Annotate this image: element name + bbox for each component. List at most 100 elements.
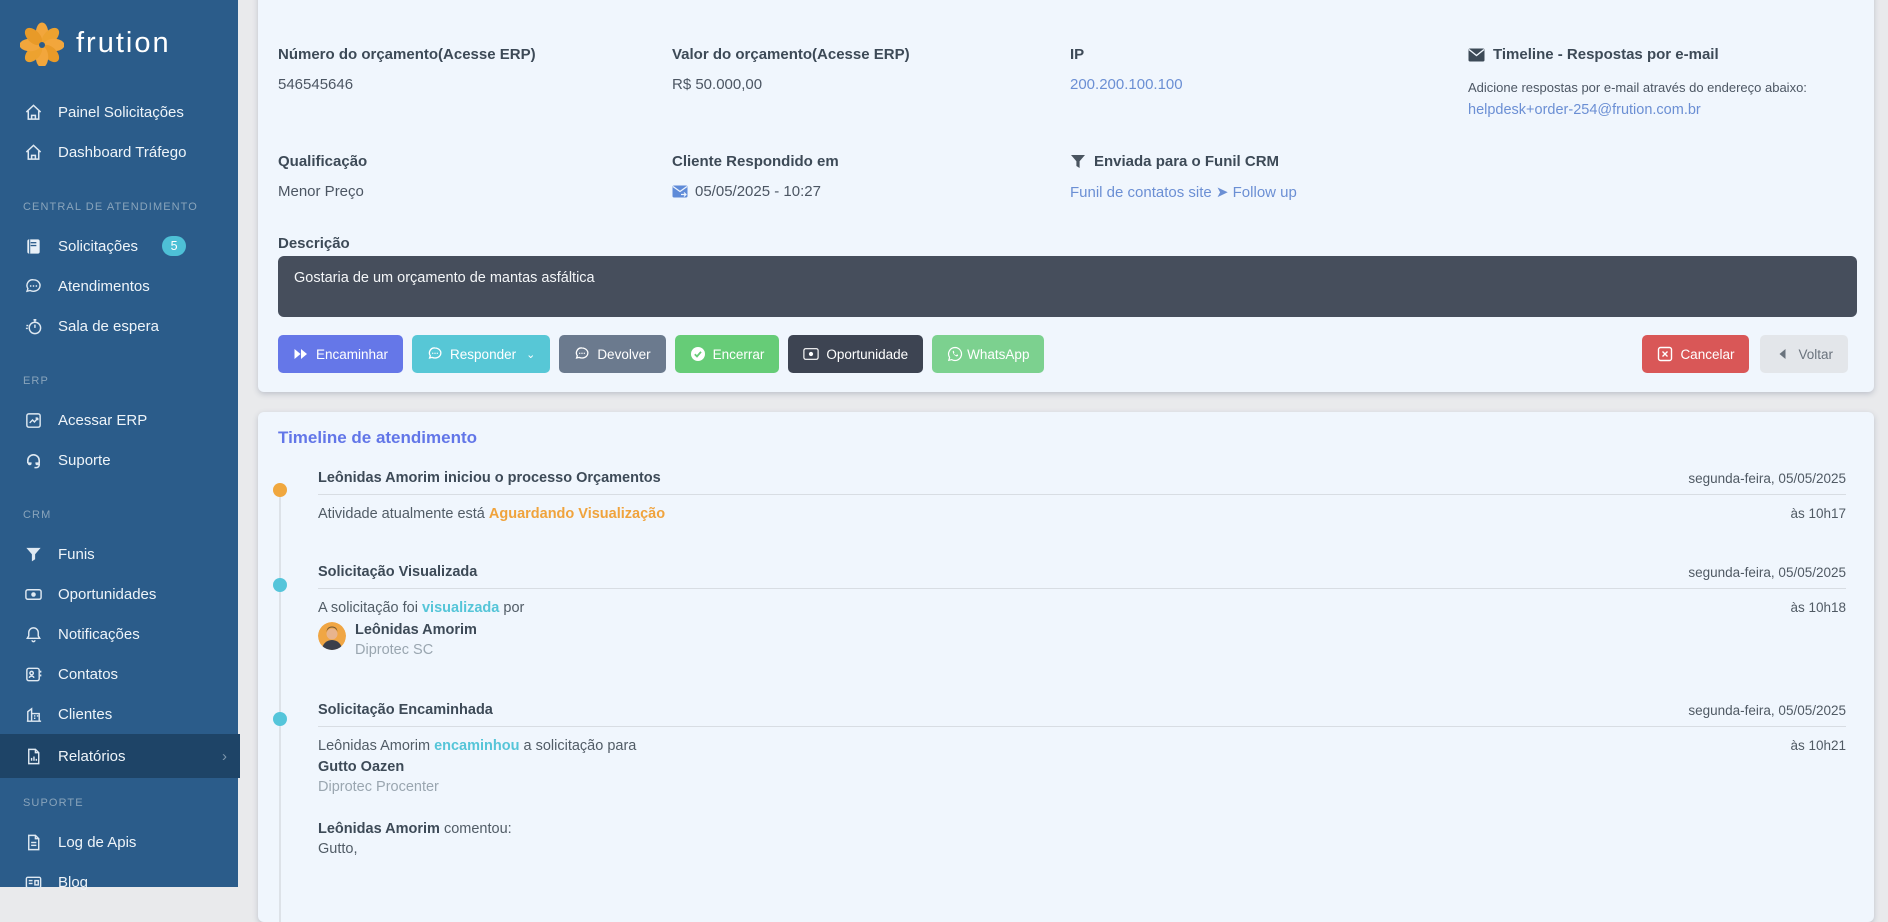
sidebar-item-solicitacoes[interactable]: Solicitações 5 (0, 226, 238, 266)
person-org: Diprotec SC (355, 642, 477, 658)
sidebar-item-acessar-erp[interactable]: Acessar ERP (0, 400, 238, 440)
sidebar-item-painel-solicitacoes[interactable]: Painel Solicitações (0, 92, 238, 132)
chevron-right-icon: › (222, 748, 227, 765)
timeline-entry-date: segunda-feira, 05/05/2025 (1688, 703, 1846, 718)
home-icon (24, 143, 43, 162)
sidebar-item-log-de-apis[interactable]: Log de Apis (0, 822, 238, 862)
description-textarea[interactable]: Gostaria de um orçamento de mantas asfál… (278, 256, 1857, 317)
building-icon (24, 705, 43, 724)
sidebar-item-relatorios[interactable]: Relatórios › (0, 734, 240, 778)
sidebar-item-suporte[interactable]: Suporte (0, 440, 238, 480)
timeline-title: Timeline de atendimento (278, 428, 477, 448)
sidebar-item-label: Contatos (58, 666, 118, 683)
whatsapp-button[interactable]: WhatsApp (932, 335, 1044, 373)
person-name: Gutto Oazen (318, 759, 1846, 775)
cliente-respondido-label: Cliente Respondido em (672, 153, 1064, 170)
sidebar-item-sala-de-espera[interactable]: Sala de espera (0, 306, 238, 346)
request-details-card: Pinheirinho 1B 50 81710-000 Instagram Nú… (258, 0, 1874, 392)
cancelar-button[interactable]: Cancelar (1642, 335, 1749, 373)
ip-link[interactable]: 200.200.100.100 (1070, 76, 1183, 93)
sidebar-item-label: Painel Solicitações (58, 104, 184, 121)
numero-orcamento-value: 546545646 (278, 76, 670, 93)
timeline-card: Timeline de atendimento Leônidas Amorim … (258, 412, 1874, 922)
timeline-entry-time: às 10h18 (1790, 600, 1846, 616)
numero-orcamento-label: Número do orçamento(Acesse ERP) (278, 46, 670, 63)
sidebar-item-label: Atendimentos (58, 278, 150, 295)
helpdesk-email-link[interactable]: helpdesk+order-254@frution.com.br (1468, 102, 1701, 118)
brand[interactable]: frution (0, 0, 238, 74)
sidebar-item-label: Clientes (58, 706, 112, 723)
encaminhar-button[interactable]: Encaminhar (278, 335, 403, 373)
timeline-entry-date: segunda-feira, 05/05/2025 (1688, 471, 1846, 486)
funnel-icon (24, 545, 43, 564)
sidebar-item-clientes[interactable]: Clientes (0, 694, 238, 734)
sidebar-item-label: Notificações (58, 626, 140, 643)
mail-reply-icon (672, 185, 688, 198)
sidebar-item-oportunidades[interactable]: Oportunidades (0, 574, 238, 614)
timeline-dot-cyan (273, 712, 287, 726)
timeline-entry-text: A solicitação foi visualizada por (318, 600, 524, 616)
cliente-respondido-value: 05/05/2025 - 10:27 (695, 183, 821, 200)
timeline-entry-title: Solicitação Visualizada (318, 564, 477, 580)
person-name: Leônidas Amorim (355, 622, 477, 638)
sidebar-item-label: Funis (58, 546, 95, 563)
timeline-entry-time: às 10h21 (1790, 738, 1846, 754)
envelope-icon (1468, 48, 1485, 62)
caret-left-icon (1775, 346, 1791, 362)
chevron-down-icon: ⌄ (526, 348, 535, 361)
sidebar: frution Painel Solicitações Dashboard Tr… (0, 0, 238, 887)
secondary-button-row: Cancelar Voltar (1642, 335, 1848, 373)
sidebar-item-contatos[interactable]: Contatos (0, 654, 238, 694)
timeline-connector-line (279, 492, 281, 922)
headset-icon (24, 451, 43, 470)
sidebar-item-atendimentos[interactable]: Atendimentos (0, 266, 238, 306)
sidebar-item-label: Relatórios (58, 748, 126, 765)
avatar (318, 622, 346, 650)
whatsapp-icon (947, 346, 963, 362)
sidebar-item-label: Blog (58, 874, 88, 891)
chart-square-icon (24, 411, 43, 430)
sidebar-item-label: Dashboard Tráfego (58, 144, 186, 161)
devolver-button[interactable]: Devolver (559, 335, 665, 373)
sidebar-section-suporte: SUPORTE (0, 790, 238, 816)
timeline-email-title: Timeline - Respostas por e-mail (1493, 46, 1719, 63)
cash-icon (803, 346, 819, 362)
stopwatch-icon (24, 317, 43, 336)
x-square-icon (1657, 346, 1673, 362)
responder-button[interactable]: Responder⌄ (412, 335, 550, 373)
book-icon (24, 237, 43, 256)
sidebar-item-label: Sala de espera (58, 318, 159, 335)
comment-header: Leônidas Amorim comentou: (318, 821, 1846, 837)
funil-crm-link[interactable]: Funil de contatos site ➤ Follow up (1070, 184, 1297, 201)
timeline-entry: Solicitação Visualizada segunda-feira, 0… (318, 564, 1846, 658)
sidebar-item-label: Solicitações (58, 238, 138, 255)
voltar-button[interactable]: Voltar (1760, 335, 1848, 373)
sidebar-item-blog[interactable]: Blog (0, 862, 238, 902)
ip-label: IP (1070, 46, 1462, 63)
sidebar-section-central: CENTRAL DE ATENDIMENTO (0, 194, 238, 220)
timeline-entry: Leônidas Amorim iniciou o processo Orçam… (318, 470, 1846, 522)
frution-logo-icon (20, 22, 64, 66)
action-button-row: Encaminhar Responder⌄ Devolver Encerrar … (278, 335, 1044, 373)
sidebar-item-dashboard-trafego[interactable]: Dashboard Tráfego (0, 132, 238, 172)
sidebar-item-label: Acessar ERP (58, 412, 147, 429)
oportunidade-button[interactable]: Oportunidade (788, 335, 923, 373)
timeline-entry-title: Leônidas Amorim iniciou o processo Orçam… (318, 470, 661, 486)
valor-orcamento-value: R$ 50.000,00 (672, 76, 1064, 93)
sidebar-item-label: Suporte (58, 452, 111, 469)
status-badge: Aguardando Visualização (489, 506, 665, 522)
timeline-entry-date: segunda-feira, 05/05/2025 (1688, 565, 1846, 580)
check-circle-icon (690, 346, 706, 362)
descricao-label: Descrição (278, 235, 350, 252)
sidebar-item-label: Oportunidades (58, 586, 156, 603)
newspaper-icon (24, 873, 43, 892)
bell-icon (24, 625, 43, 644)
home-icon (24, 103, 43, 122)
person-org: Diprotec Procenter (318, 779, 1846, 795)
sidebar-item-funis[interactable]: Funis (0, 534, 238, 574)
encerrar-button[interactable]: Encerrar (675, 335, 780, 373)
contact-card-icon (24, 665, 43, 684)
sidebar-item-notificacoes[interactable]: Notificações (0, 614, 238, 654)
funnel-dark-icon (1070, 154, 1086, 169)
sidebar-section-erp: ERP (0, 368, 238, 394)
